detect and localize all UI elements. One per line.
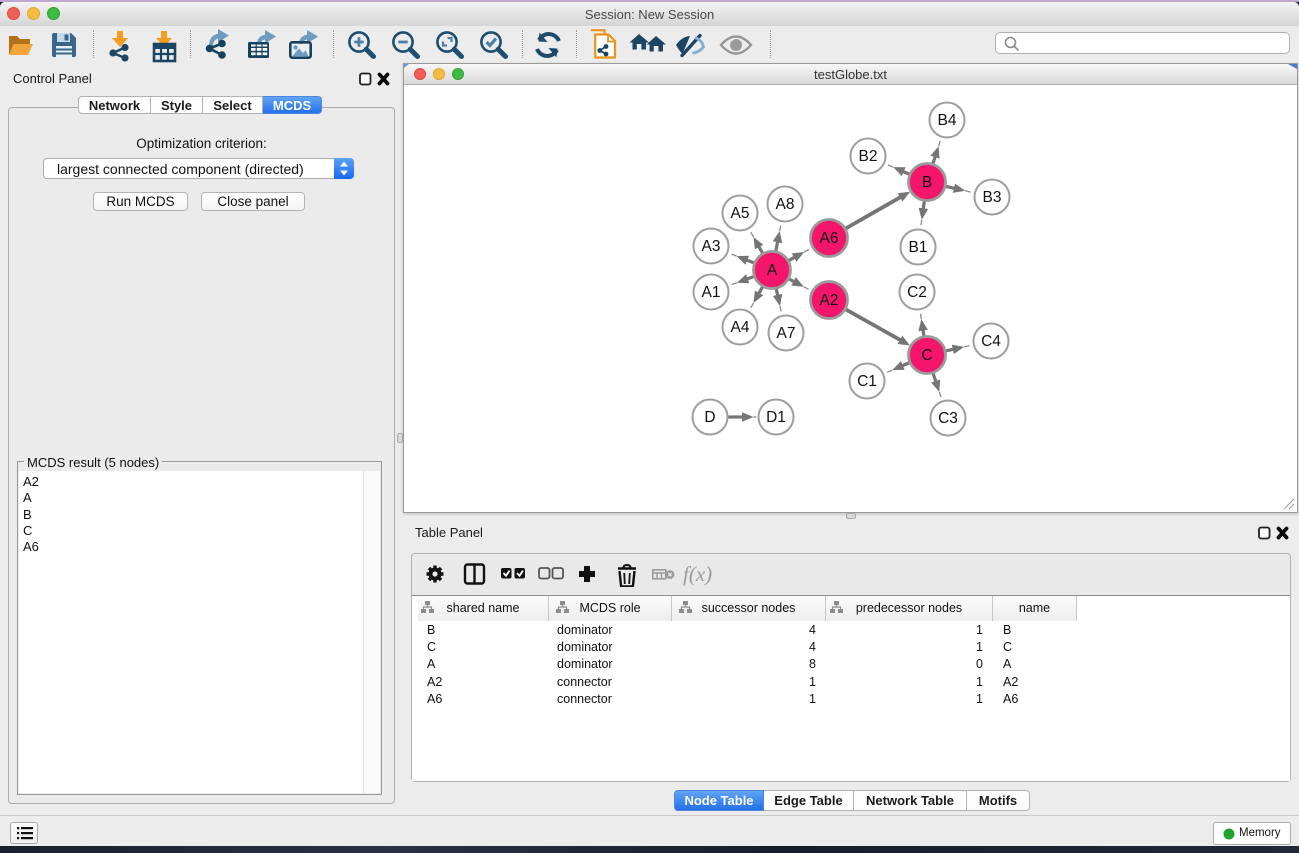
svg-text:B2: B2: [859, 148, 878, 165]
svg-text:C4: C4: [981, 333, 1001, 350]
svg-text:A1: A1: [702, 284, 721, 301]
svg-text:B1: B1: [909, 239, 928, 256]
svg-text:B4: B4: [938, 112, 957, 129]
svg-text:B3: B3: [983, 189, 1002, 206]
svg-text:C: C: [921, 347, 932, 364]
svg-text:A: A: [767, 262, 778, 279]
svg-text:A8: A8: [776, 196, 795, 213]
svg-text:A3: A3: [702, 238, 721, 255]
svg-text:A6: A6: [820, 230, 839, 247]
svg-text:C1: C1: [857, 373, 877, 390]
svg-text:C2: C2: [907, 284, 927, 301]
svg-text:A4: A4: [731, 319, 750, 336]
svg-text:f(x): f(x): [683, 562, 712, 586]
svg-text:A7: A7: [777, 325, 796, 342]
svg-text:B: B: [922, 174, 932, 191]
svg-text:D1: D1: [766, 409, 786, 426]
svg-text:D: D: [704, 409, 715, 426]
svg-text:C3: C3: [938, 410, 958, 427]
svg-text:A2: A2: [820, 292, 839, 309]
svg-text:A5: A5: [731, 205, 750, 222]
